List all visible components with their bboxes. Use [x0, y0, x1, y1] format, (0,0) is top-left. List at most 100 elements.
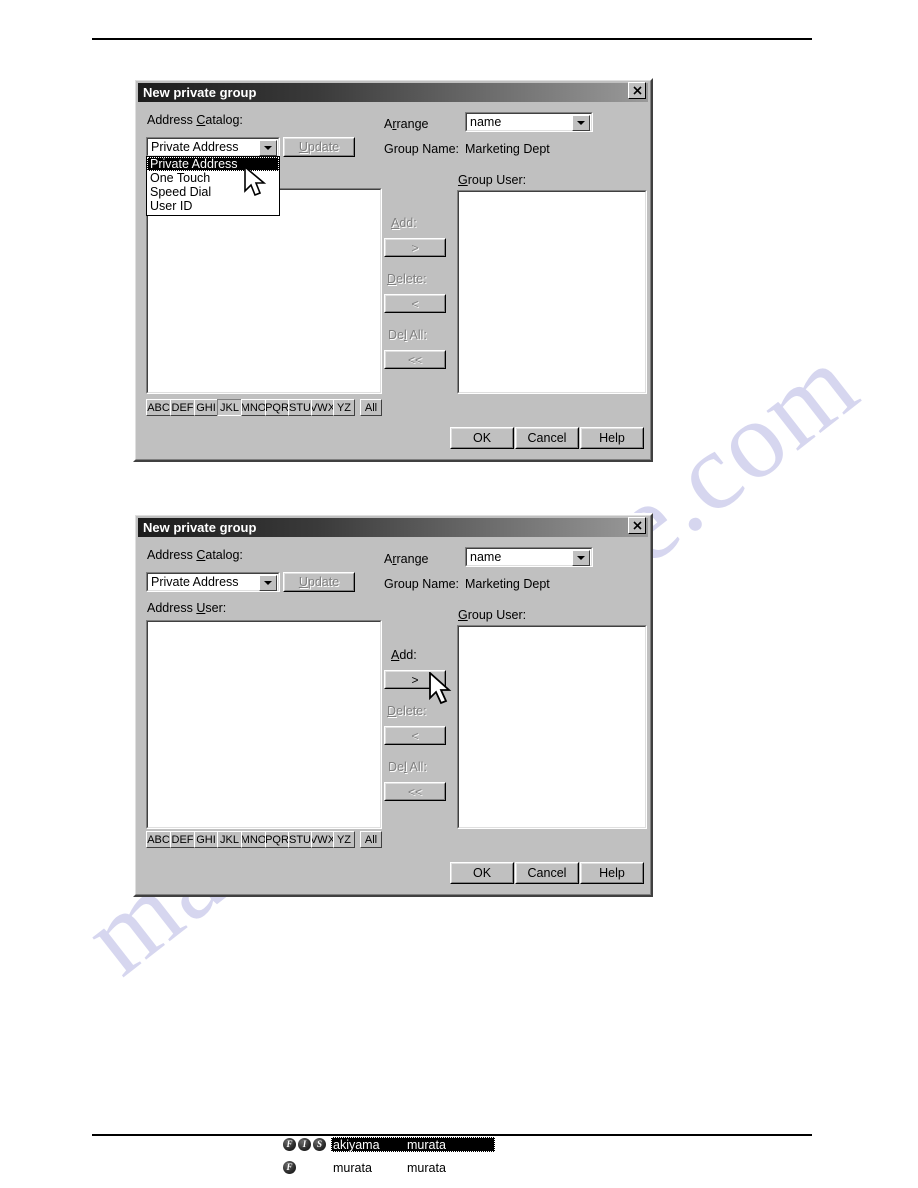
delete-caption-bottom: Delete: [387, 704, 427, 718]
group-name-value-top: Marketing Dept [465, 142, 550, 156]
letter-button-ghi[interactable]: GHI [194, 399, 218, 416]
dropdown-option-speed-dial[interactable]: Speed Dial [147, 185, 279, 199]
add-button-glyph: > [411, 240, 419, 255]
arrange-combo-top[interactable]: name [465, 112, 593, 132]
del-all-button-top[interactable]: << [384, 350, 446, 369]
letter-button-stu[interactable]: STU [288, 831, 312, 848]
internet-badge-icon: I [298, 1138, 311, 1151]
update-button[interactable]: Update [283, 572, 355, 592]
letter-button-all[interactable]: All [360, 831, 382, 848]
ok-button-label: OK [472, 866, 492, 880]
letter-button-mno[interactable]: MNO [241, 831, 266, 848]
page-rule-top [92, 38, 812, 40]
letter-button-pqr[interactable]: PQR [265, 399, 289, 416]
letter-button-abc[interactable]: ABC [146, 831, 171, 848]
chevron-down-icon[interactable] [259, 140, 277, 156]
ok-button-top[interactable]: OK [450, 427, 514, 449]
group-name-label-bottom: Group Name: [384, 577, 460, 591]
table-row[interactable]: F I S akiyama murata [283, 1137, 495, 1152]
add-button-top[interactable]: > [384, 238, 446, 257]
delete-caption-top: Delete: [387, 272, 427, 286]
letter-button-pqr[interactable]: PQR [265, 831, 289, 848]
del-all-button-bottom[interactable]: << [384, 782, 446, 801]
letter-button-jkl[interactable]: JKL [217, 399, 242, 416]
del-all-button-glyph: << [407, 784, 422, 799]
fax-badge-icon: F [283, 1161, 296, 1174]
titlebar[interactable]: New private group [138, 518, 648, 537]
address-catalog-combo[interactable]: Private Address [146, 572, 280, 592]
help-button-top[interactable]: Help [580, 427, 644, 449]
delete-button-top[interactable]: < [384, 294, 446, 313]
dropdown-option-user-id[interactable]: User ID [147, 199, 279, 213]
letter-button-yz[interactable]: YZ [333, 831, 355, 848]
group-user-label-top: Group User: [458, 173, 527, 187]
row-name: murata [333, 1160, 372, 1175]
ok-button-bottom[interactable]: OK [450, 862, 514, 884]
dialog-title: New private group [143, 85, 257, 100]
arrange-label-bottom: Arrange [384, 552, 429, 566]
row-icons: F I S [283, 1138, 331, 1151]
close-icon[interactable] [628, 517, 646, 534]
chevron-down-icon[interactable] [572, 550, 590, 566]
add-caption-bottom: Add: [391, 648, 417, 662]
cancel-button-label: Cancel [527, 431, 567, 445]
group-name-label-top: Group Name: [384, 142, 460, 156]
cancel-button-label: Cancel [527, 866, 567, 880]
add-button-glyph: > [411, 672, 419, 687]
delete-button-glyph: < [411, 728, 419, 743]
address-catalog-dropdown[interactable]: Private Address One Touch Speed Dial Use… [146, 156, 280, 216]
address-user-listbox[interactable] [146, 188, 382, 394]
address-catalog-combo[interactable]: Private Address [146, 137, 280, 157]
letter-button-mno[interactable]: MNO [241, 399, 266, 416]
arrange-combo-bottom[interactable]: name [465, 547, 593, 567]
chevron-down-icon[interactable] [259, 575, 277, 591]
row-icons: F [283, 1161, 331, 1174]
scan-badge-icon: S [313, 1138, 326, 1151]
cancel-button-bottom[interactable]: Cancel [515, 862, 579, 884]
titlebar[interactable]: New private group [138, 83, 648, 102]
letter-button-ghi[interactable]: GHI [194, 831, 218, 848]
letter-button-jkl[interactable]: JKL [217, 831, 242, 848]
row-second: murata [407, 1137, 446, 1152]
del-all-caption-top: Del All: [388, 328, 427, 342]
letter-button-def[interactable]: DEF [170, 399, 195, 416]
dialog-new-private-group-top: New private group Address Catalog: Priva… [133, 78, 653, 462]
dropdown-option-one-touch[interactable]: One Touch [147, 171, 279, 185]
arrange-label-top: Arrange [384, 117, 429, 131]
ok-button-label: OK [472, 431, 492, 445]
help-button-label: Help [599, 431, 625, 445]
close-icon[interactable] [628, 82, 646, 99]
delete-button-bottom[interactable]: < [384, 726, 446, 745]
letter-filter-bar-top[interactable]: ABC DEF GHI JKL MNO PQR STU VWX YZ All [146, 399, 382, 416]
group-user-label-bottom: Group User: [458, 608, 527, 622]
dialog-title: New private group [143, 520, 257, 535]
group-user-listbox-top[interactable] [457, 190, 647, 394]
letter-button-yz[interactable]: YZ [333, 399, 355, 416]
row-name: akiyama [333, 1137, 380, 1152]
letter-button-def[interactable]: DEF [170, 831, 195, 848]
letter-button-vwx[interactable]: VWX [311, 831, 334, 848]
letter-filter-bar-bottom[interactable]: ABC DEF GHI JKL MNO PQR STU VWX YZ All [146, 831, 382, 848]
group-name-value-bottom: Marketing Dept [465, 577, 550, 591]
fax-badge-icon: F [283, 1138, 296, 1151]
arrange-combo-value: name [470, 115, 502, 129]
update-button-label: Update [298, 140, 340, 154]
letter-button-vwx[interactable]: VWX [311, 399, 334, 416]
letter-button-abc[interactable]: ABC [146, 399, 171, 416]
dropdown-option-private-address[interactable]: Private Address [147, 157, 279, 171]
letter-button-all[interactable]: All [360, 399, 382, 416]
help-button-bottom[interactable]: Help [580, 862, 644, 884]
dialog-new-private-group-bottom: New private group Address Catalog: Priva… [133, 513, 653, 1175]
row-second: murata [407, 1160, 446, 1175]
address-catalog-label: Address Catalog: [147, 548, 243, 562]
group-user-listbox-bottom[interactable] [457, 625, 647, 829]
add-button-bottom[interactable]: > [384, 670, 446, 689]
update-button[interactable]: Update [283, 137, 355, 157]
chevron-down-icon[interactable] [572, 115, 590, 131]
table-row[interactable]: F murata murata [283, 1160, 495, 1175]
help-button-label: Help [599, 866, 625, 880]
address-user-listbox[interactable] [146, 620, 382, 829]
letter-button-stu[interactable]: STU [288, 399, 312, 416]
cancel-button-top[interactable]: Cancel [515, 427, 579, 449]
arrange-combo-value: name [470, 550, 502, 564]
